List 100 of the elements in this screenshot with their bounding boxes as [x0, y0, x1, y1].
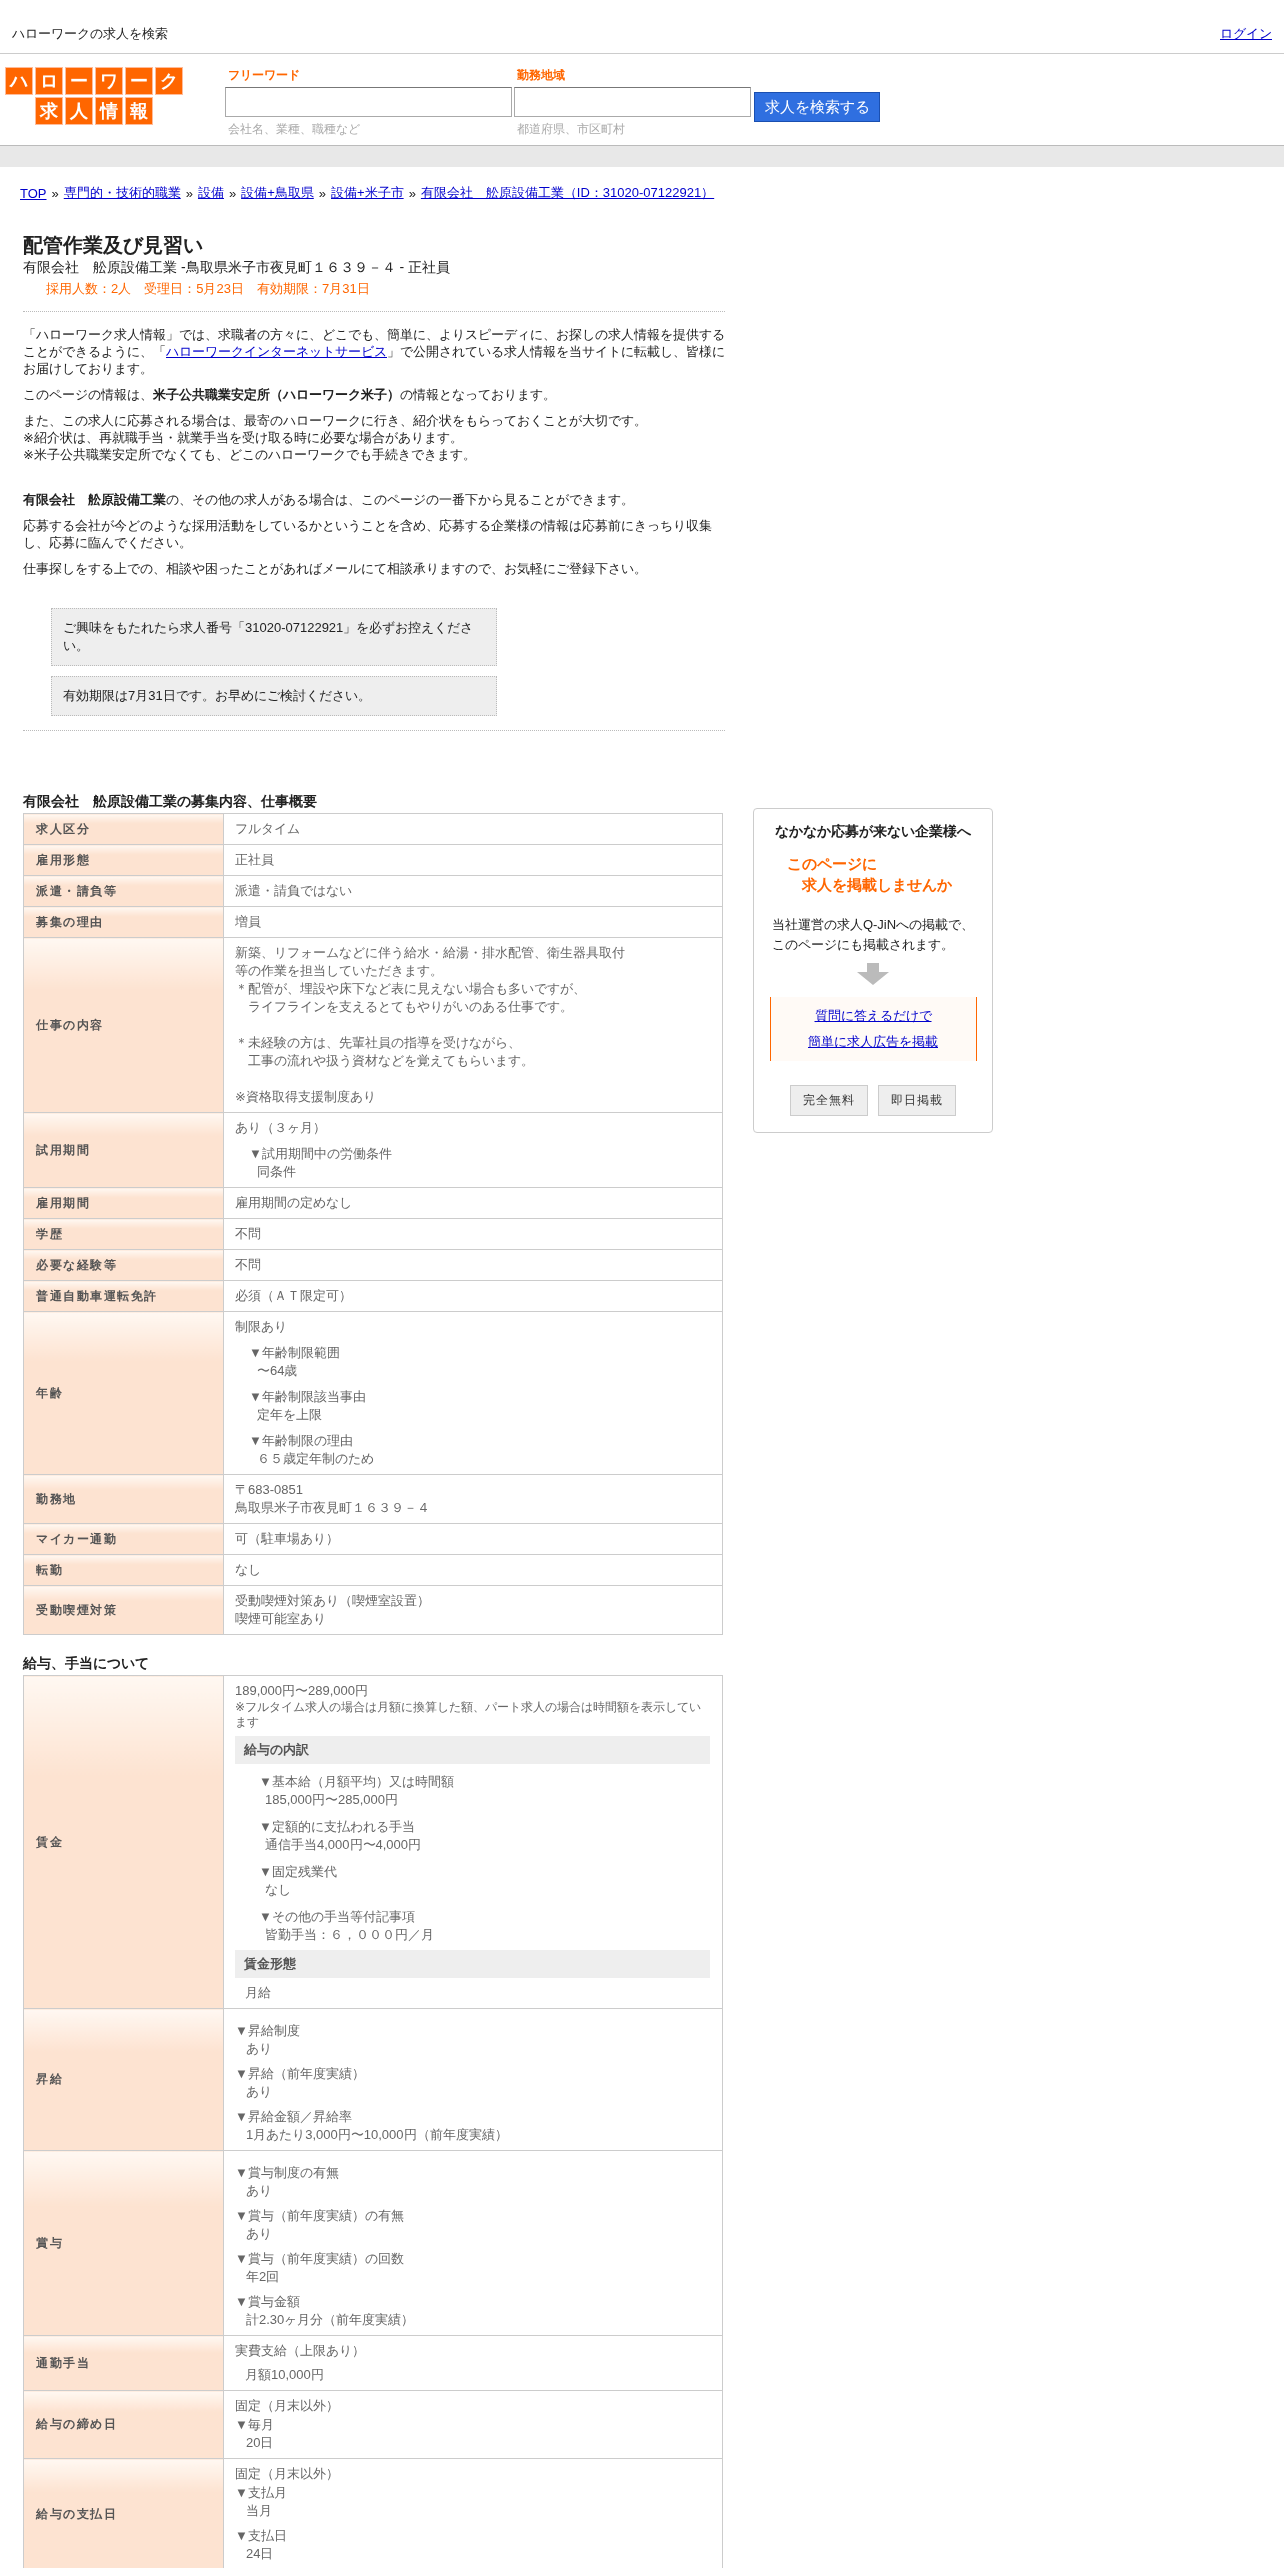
item-value: あり [245, 2182, 273, 2200]
field-label: フリーワード [228, 67, 301, 82]
intro-line: ※米子公共職業安定所でなくても、どこのハローワークでも手続きできます。 [23, 446, 477, 463]
cell-text: 工事の流れや扱う資材などを覚えてもらいます。 [247, 1052, 535, 1070]
intro-paragraph: 「ハローワーク求人情報」では、求職者の方々に、どこでも、簡単に、よりスピーディに、お探しの求人情報を提供することができるように、「ハローワークインターネットサービス」で公開されている求人情報を当サイトに転載し、皆様にお届けしております。 [23, 326, 725, 377]
row-label: 賃金 [23, 1675, 224, 2009]
row-label: 普通自動車運転免許 [23, 1280, 224, 1312]
logo-letter: 情 [95, 97, 123, 125]
breadcrumb-link[interactable]: TOP [20, 185, 47, 201]
row-label: 給与の締め日 [23, 2390, 224, 2459]
item-value: あり [245, 2083, 273, 2101]
item-label: ▼試用期間中の労働条件 [249, 1145, 393, 1163]
item-value: 同条件 [256, 1163, 297, 1181]
promo-button[interactable]: 即日掲載 [878, 1085, 956, 1116]
section-heading: 賃金形態 [235, 1950, 710, 1978]
field-hint: 会社名、業種、職種など [228, 121, 361, 138]
cell-text: 派遣・請負ではない [235, 882, 353, 900]
intro-line: また、この求人に応募される場合は、最寄のハローワークに行き、紹介状をもらっておくことが大切です。 [23, 412, 648, 429]
logo-letter: ハ [5, 67, 33, 95]
job-title: 配管作業及び見習い [23, 233, 204, 258]
cell-text: 不問 [235, 1256, 262, 1274]
row-label: マイカー通勤 [23, 1523, 224, 1555]
row-label: 試用期間 [23, 1112, 224, 1188]
item-label: ▼定額的に支払われる手当 [259, 1818, 416, 1836]
job-meta: 採用人数：2人 受理日：5月23日 有効期限：7月31日 [46, 280, 371, 298]
row-label: 年齢 [23, 1311, 224, 1475]
cell-text: 受動喫煙対策あり（喫煙室設置） [235, 1592, 431, 1610]
service-link[interactable]: ハローワークインターネットサービス [166, 344, 387, 359]
promo-button[interactable]: 完全無料 [790, 1085, 868, 1116]
item-value: 185,000円〜285,000円 [264, 1791, 399, 1809]
promo-catchphrase: 求人を掲載しませんか [802, 876, 952, 895]
item-label: ▼昇給（前年度実績） [235, 2065, 366, 2083]
item-label: ▼賞与金額 [235, 2293, 301, 2311]
logo-letter: ワ [95, 67, 123, 95]
item-value: ６５歳定年制のため [256, 1450, 375, 1468]
intro-paragraph: 仕事探しをする上での、相談や困ったことがあればメールにて相談承りますので、お気軽にご登録下さい。 [23, 560, 648, 577]
search-button[interactable]: 求人を検索する [754, 92, 880, 122]
item-label: ▼賞与（前年度実績）の有無 [235, 2207, 405, 2225]
intro-paragraph: 有限会社 舩原設備工業の、その他の求人がある場合は、このページの一番下から見ることができます。 [23, 491, 635, 508]
item-label: ▼年齢制限該当事由 [249, 1388, 367, 1406]
section-title: 有限会社 舩原設備工業の募集内容、仕事概要 [23, 793, 318, 811]
breadcrumb-link[interactable]: 設備+米子市 [331, 184, 404, 202]
cell-text: 喫煙可能室あり [235, 1610, 327, 1628]
breadcrumb-separator: » [408, 185, 416, 201]
breadcrumb-separator: » [51, 185, 59, 201]
breadcrumb-separator: » [228, 185, 237, 201]
breadcrumb-separator: » [185, 185, 193, 201]
promo-text: このページにも掲載されます。 [771, 936, 955, 954]
down-arrow-icon [856, 963, 890, 985]
row-label: 昇給 [23, 2008, 224, 2151]
row-label: 派遣・請負等 [23, 875, 224, 907]
site-title: ハローワークの求人を検索 [12, 24, 168, 43]
intro-paragraph: このページの情報は、米子公共職業安定所（ハローワーク米子）の情報となっております。 [23, 386, 557, 403]
row-label: 給与の支払日 [23, 2458, 224, 2568]
intro-paragraph: 応募する会社が今どのような採用活動をしているかということを含め、応募する企業様の情報は応募前にきっちり収集し、応募に臨んでください。 [23, 517, 713, 551]
cell-text: ライフラインを支えるとてもやりがいのある仕事です。 [247, 998, 574, 1016]
row-label: 必要な経験等 [23, 1249, 224, 1281]
item-label: ▼年齢制限の理由 [249, 1432, 354, 1450]
cell-text: 固定（月末以外） [235, 2397, 340, 2415]
search-field[interactable] [514, 87, 751, 117]
cell-text: フルタイム [235, 820, 301, 838]
promo-catchphrase: このページに [787, 855, 877, 874]
cell-text: 189,000円〜289,000円 [235, 1682, 369, 1700]
item-label: ▼その他の手当等付記事項 [259, 1908, 416, 1926]
login-link[interactable]: ログイン [1220, 24, 1272, 43]
promo-title: なかなか応募が来ない企業様へ [775, 823, 971, 841]
item-label: ▼固定残業代 [259, 1863, 338, 1881]
item-label: ▼毎月 [235, 2416, 275, 2434]
logo-letter: ク [155, 67, 183, 95]
promo-link[interactable]: 質問に答えるだけで [814, 1007, 932, 1025]
cell-text: あり（３ヶ月） [235, 1119, 327, 1137]
item-value: 〜64歳 [256, 1362, 299, 1380]
item-value: 年2回 [245, 2268, 281, 2286]
row-label: 求人区分 [23, 813, 224, 845]
promo-text: 当社運営の求人Q-JiNへの掲載で、 [771, 916, 975, 934]
cell-text: 〒683-0851 [235, 1481, 304, 1499]
breadcrumb-link[interactable]: 有限会社 舩原設備工業（ID：31020-07122921） [420, 184, 715, 202]
row-label: 学歴 [23, 1218, 224, 1250]
cell-text: ＊配管が、埋設や床下など表に見えない場合も多いですが、 [235, 980, 587, 998]
notice-box: ご興味をもたれたら求人番号「31020-07122921」を必ずお控えください。 [51, 608, 497, 666]
breadcrumb-link[interactable]: 設備+鳥取県 [241, 184, 314, 202]
item-label: ▼昇給制度 [235, 2022, 301, 2040]
section-heading: 給与の内訳 [235, 1736, 710, 1764]
cell-text: 可（駐車場あり） [235, 1530, 340, 1548]
field-hint: 都道府県、市区町村 [517, 121, 626, 138]
cell-text: 必須（ＡＴ限定可） [235, 1287, 353, 1305]
row-label: 雇用期間 [23, 1187, 224, 1219]
row-label: 仕事の内容 [23, 937, 224, 1113]
cell-text: 雇用期間の定めなし [235, 1194, 353, 1212]
row-label: 転勤 [23, 1554, 224, 1586]
item-value: あり [245, 2040, 273, 2058]
promo-link[interactable]: 簡単に求人広告を掲載 [808, 1033, 938, 1051]
breadcrumb-link[interactable]: 専門的・技術的職業 [63, 184, 181, 202]
cell-text: 制限あり [235, 1318, 288, 1336]
item-value: 計2.30ヶ月分（前年度実績） [245, 2311, 416, 2329]
breadcrumb-link[interactable]: 設備 [197, 184, 224, 202]
item-value: 通信手当4,000円〜4,000円 [264, 1836, 423, 1854]
cell-text: 月給 [244, 1984, 272, 2002]
search-field[interactable] [225, 87, 512, 117]
cell-text: 実費支給（上限あり） [235, 2342, 366, 2360]
